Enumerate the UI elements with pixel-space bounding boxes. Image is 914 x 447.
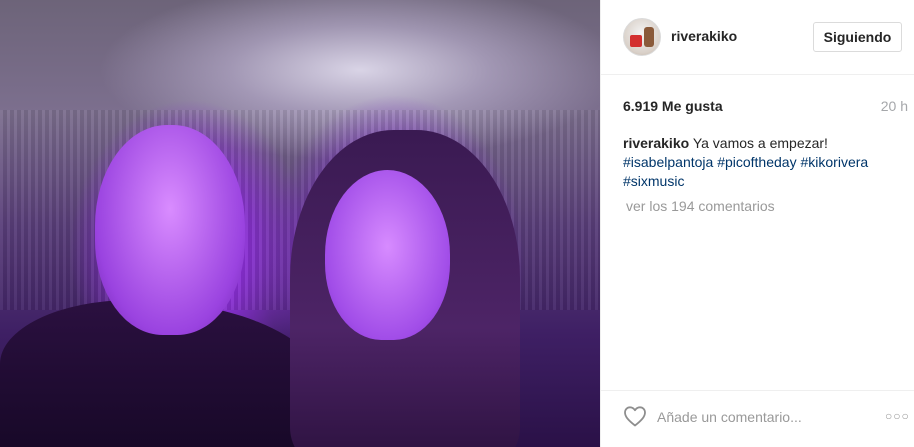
post-time[interactable]: 20 h — [881, 98, 908, 114]
more-options-icon[interactable]: ○○○ — [885, 409, 910, 423]
comment-bar: ○○○ — [601, 390, 914, 447]
post-header: riverakiko Siguiendo — [601, 0, 914, 75]
hashtag-link[interactable]: #kikorivera — [800, 154, 868, 170]
hashtag-link[interactable]: #sixmusic — [623, 173, 684, 189]
post-photo — [0, 0, 600, 447]
hashtag-link[interactable]: #picoftheday — [717, 154, 796, 170]
caption-text: Ya vamos a empezar! — [692, 135, 828, 151]
heart-outline-icon[interactable] — [623, 405, 647, 427]
author-username[interactable]: riverakiko — [671, 28, 737, 44]
add-comment-input[interactable] — [657, 404, 857, 430]
caption-username[interactable]: riverakiko — [623, 135, 689, 151]
post-caption: riverakiko Ya vamos a empezar! #isabelpa… — [623, 134, 903, 191]
hashtag-link[interactable]: #isabelpantoja — [623, 154, 713, 170]
view-all-comments-link[interactable]: ver los 194 comentarios — [623, 198, 906, 213]
likes-count[interactable]: 6.919 Me gusta — [623, 98, 723, 114]
avatar[interactable] — [623, 18, 661, 56]
following-button[interactable]: Siguiendo — [813, 22, 902, 52]
post-details-panel: riverakiko Siguiendo 6.919 Me gusta 20 h… — [600, 0, 914, 447]
